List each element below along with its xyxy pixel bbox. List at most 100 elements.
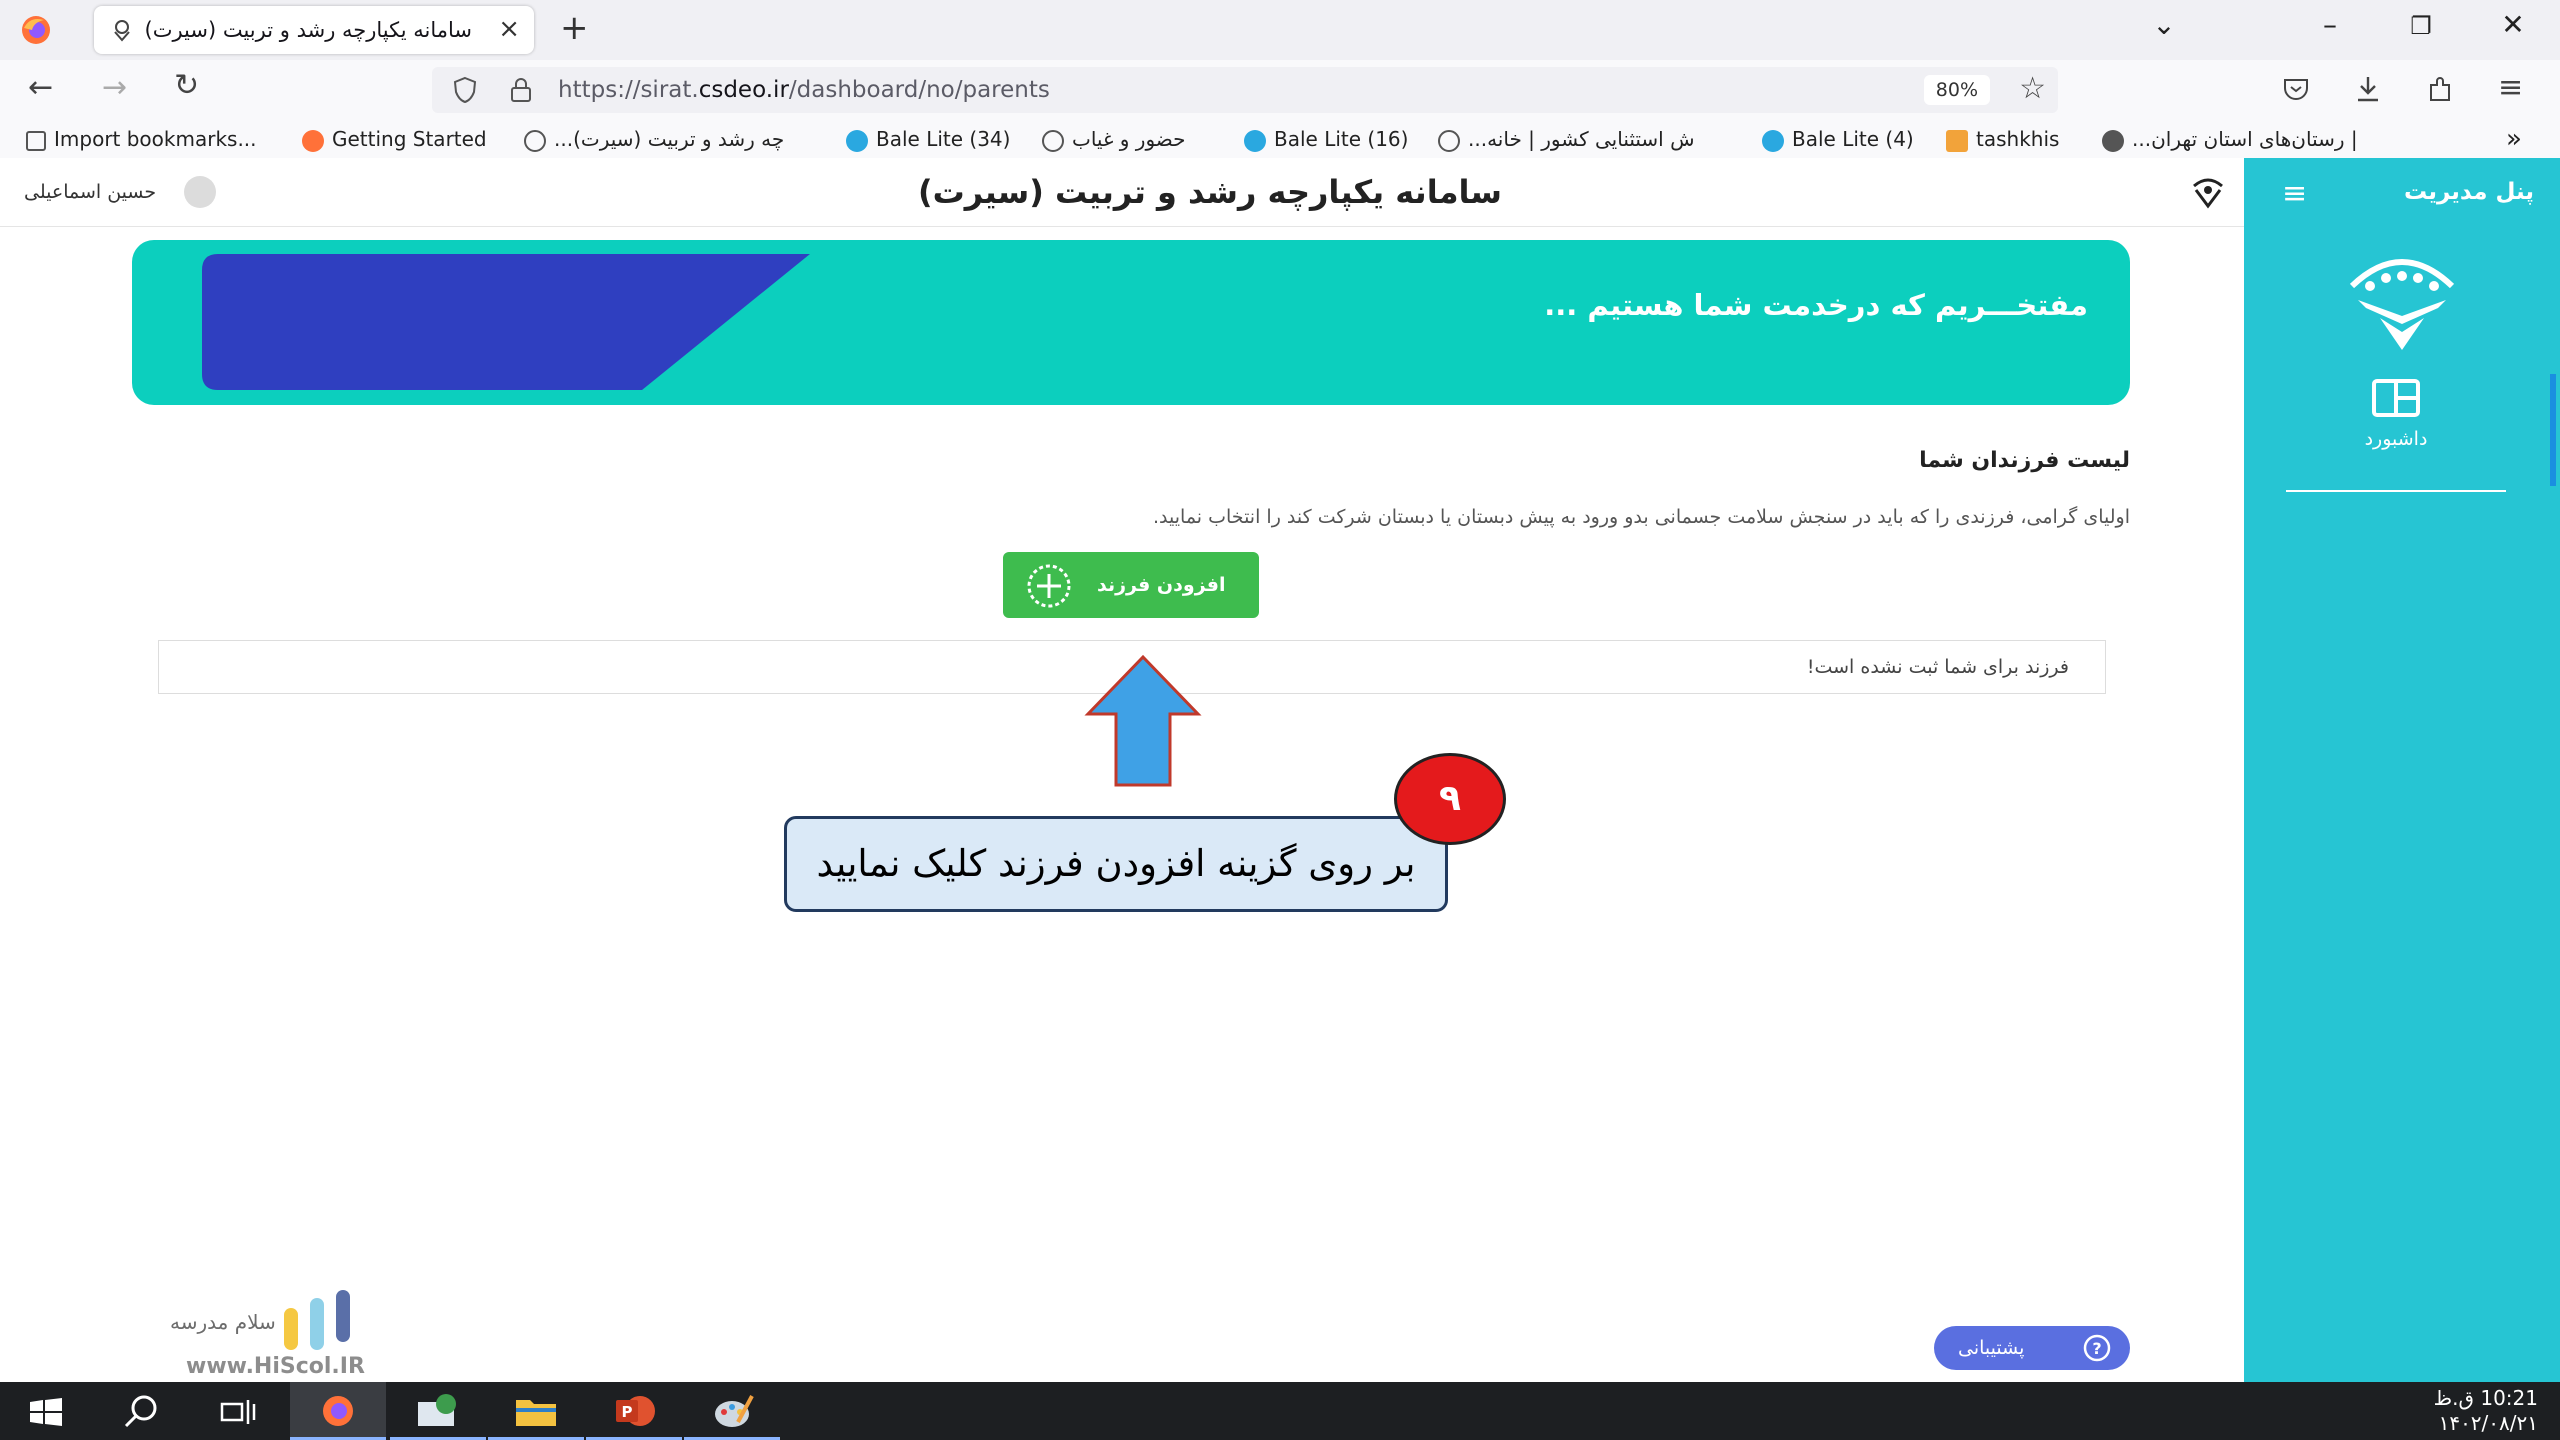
taskbar-file-explorer[interactable] xyxy=(488,1382,584,1440)
sirat-emblem-logo xyxy=(2349,259,2455,350)
bookmark-bale-34[interactable]: Bale Lite (34) xyxy=(846,120,1010,158)
bookmark-special-education[interactable]: ...ش استثنایی کشور | خانه xyxy=(1438,120,1695,158)
search-button[interactable] xyxy=(96,1382,192,1440)
new-tab-button[interactable]: + xyxy=(560,8,589,48)
sidebar-item-dashboard[interactable]: داشبورد xyxy=(2286,378,2506,492)
task-view-button[interactable] xyxy=(192,1382,288,1440)
sidebar-item-label: داشبورد xyxy=(2364,428,2428,450)
globe-icon xyxy=(1042,129,1064,152)
welcome-banner: مفتخـــریم که درخدمت شما هستیم ... xyxy=(132,240,2130,405)
hamburger-menu-icon[interactable]: ≡ xyxy=(2282,176,2307,211)
sirat-favicon-icon xyxy=(114,20,130,42)
tutorial-arrow xyxy=(1084,654,1202,787)
svg-text:?: ? xyxy=(2092,1339,2101,1358)
sidebar: ≡ پنل مدیریت داشبورد xyxy=(2244,158,2560,1382)
svg-text:P: P xyxy=(622,1403,633,1421)
emblem-icon xyxy=(1438,129,1460,152)
tab-title: سامانه یکپارچه رشد و تربیت (سیرت) xyxy=(144,18,473,42)
add-child-button[interactable]: افزودن فرزند xyxy=(1003,552,1259,618)
user-avatar[interactable] xyxy=(184,176,216,208)
taskbar-clock[interactable]: 10:21 ق.ظ ۱۴۰۲/۰۸/۲۱ xyxy=(2434,1386,2538,1436)
tutorial-callout-text: بر روی گزینه افزودن فرزند کلیک نمایید xyxy=(816,842,1416,885)
bookmark-tehran-schools[interactable]: ...رستان‌های استان تهران | xyxy=(2102,120,2358,158)
zoom-level[interactable]: 80% xyxy=(1923,75,1990,105)
taskbar-firefox[interactable] xyxy=(290,1382,386,1440)
support-label: پشتیبانی xyxy=(1958,1337,2025,1359)
folder-icon xyxy=(516,1400,556,1426)
bookmarks-overflow-icon[interactable]: » xyxy=(2506,120,2522,158)
empty-message: فرزند برای شما ثبت نشده است! xyxy=(1806,656,2069,678)
downloads-icon[interactable] xyxy=(2354,74,2382,104)
tracking-shield-icon[interactable] xyxy=(452,76,478,104)
hiscol-logo xyxy=(284,1290,350,1350)
bookmark-tashkhis[interactable]: tashkhis xyxy=(1946,120,2059,158)
bookmarks-bar: Import bookmarks... Getting Started ...چ… xyxy=(0,120,2560,159)
support-button[interactable]: پشتیبانی ? xyxy=(1934,1326,2130,1370)
bale-icon xyxy=(1762,129,1784,152)
clock-date: ۱۴۰۲/۰۸/۲۱ xyxy=(2438,1411,2538,1435)
clock-time: 10:21 ق.ظ xyxy=(2433,1386,2538,1410)
app-menu-icon[interactable]: ≡ xyxy=(2498,70,2523,105)
tab-close-icon[interactable]: × xyxy=(498,14,520,44)
task-view-icon xyxy=(220,1400,256,1424)
lock-icon[interactable] xyxy=(510,77,532,103)
firefox-icon xyxy=(323,1396,353,1426)
sidebar-title: پنل مدیریت xyxy=(2403,179,2534,205)
powerpoint-icon: P xyxy=(616,1396,655,1426)
bookmark-bale-16[interactable]: Bale Lite (16) xyxy=(1244,120,1408,158)
extensions-icon[interactable] xyxy=(2426,74,2456,104)
import-icon xyxy=(26,130,46,151)
taskbar-mail[interactable] xyxy=(390,1382,486,1440)
sidebar-scroll-indicator xyxy=(2550,374,2556,486)
list-all-tabs-icon[interactable]: ⌄ xyxy=(2139,8,2189,41)
tutorial-callout: بر روی گزینه افزودن فرزند کلیک نمایید xyxy=(784,816,1448,912)
url-bar[interactable]: https://sirat.csdeo.ir/dashboard/no/pare… xyxy=(432,67,2058,113)
bookmark-bale-4[interactable]: Bale Lite (4) xyxy=(1762,120,1914,158)
chart-icon xyxy=(1946,129,1968,152)
watermark-url: www.HiScol.IR xyxy=(186,1354,365,1379)
pocket-icon[interactable] xyxy=(2282,76,2310,102)
mail-icon xyxy=(418,1394,456,1426)
step-number-badge: ۹ xyxy=(1394,753,1506,845)
add-circle-icon xyxy=(1027,564,1071,608)
globe-icon xyxy=(524,129,546,152)
windows-taskbar: P 10:21 ق.ظ ۱۴۰۲/۰۸/۲۱ xyxy=(0,1382,2560,1440)
url-text[interactable]: https://sirat.csdeo.ir/dashboard/no/pare… xyxy=(558,67,1050,113)
bookmark-attendance[interactable]: حضور و غیاب xyxy=(1042,120,1186,158)
search-icon xyxy=(124,1395,157,1428)
user-name[interactable]: حسین اسماعیلی xyxy=(24,158,156,226)
banner-shape xyxy=(202,254,810,390)
watermark-name: سلام مدرسه xyxy=(170,1310,276,1334)
restore-icon[interactable]: ❐ xyxy=(2396,12,2446,40)
close-window-icon[interactable]: ✕ xyxy=(2488,8,2538,41)
children-list-title: لیست فرزندان شما xyxy=(1919,448,2130,473)
bookmark-sirat[interactable]: ...چه رشد و تربیت (سیرت) xyxy=(524,120,784,158)
page-header: سامانه یکپارچه رشد و تربیت (سیرت) حسین ا… xyxy=(0,158,2244,227)
bookmark-star-icon[interactable]: ☆ xyxy=(2019,71,2046,106)
back-icon[interactable]: ← xyxy=(28,70,53,105)
dashboard-icon xyxy=(2372,379,2420,417)
bale-icon xyxy=(1244,129,1266,152)
bale-icon xyxy=(846,129,868,152)
page-title: سامانه یکپارچه رشد و تربیت (سیرت) xyxy=(917,173,1502,211)
emblem-icon xyxy=(2102,129,2124,152)
browser-tab[interactable]: سامانه یکپارچه رشد و تربیت (سیرت) × xyxy=(94,6,534,54)
start-button[interactable] xyxy=(0,1382,96,1440)
firefox-bookmark-icon xyxy=(302,129,324,152)
taskbar-powerpoint[interactable]: P xyxy=(586,1382,682,1440)
sirat-logo-icon xyxy=(2193,178,2223,209)
add-child-label: افزودن فرزند xyxy=(1097,574,1226,596)
taskbar-paint[interactable] xyxy=(684,1382,780,1440)
paint-icon xyxy=(715,1395,754,1427)
windows-logo-icon xyxy=(30,1398,62,1426)
firefox-icon[interactable] xyxy=(20,14,52,46)
sidebar-header: ≡ پنل مدیریت xyxy=(2244,158,2560,226)
browser-tab-strip: سامانه یکپارچه رشد و تربیت (سیرت) × + ⌄ … xyxy=(0,0,2560,60)
forward-icon[interactable]: → xyxy=(102,70,127,105)
banner-text: مفتخـــریم که درخدمت شما هستیم ... xyxy=(1544,288,2088,322)
bookmark-getting-started[interactable]: Getting Started xyxy=(302,120,487,158)
minimize-icon[interactable]: – xyxy=(2305,8,2355,41)
reload-icon[interactable]: ↻ xyxy=(174,68,199,103)
help-question-icon: ? xyxy=(2083,1334,2111,1362)
bookmark-import[interactable]: Import bookmarks... xyxy=(26,120,257,158)
